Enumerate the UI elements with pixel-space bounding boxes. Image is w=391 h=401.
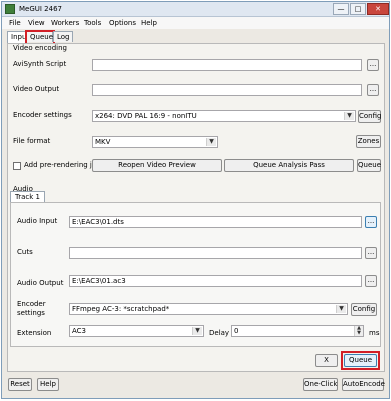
menu-file[interactable]: File (9, 19, 21, 27)
video-group-label: Video encoding (13, 44, 67, 52)
menu-options[interactable]: Options (109, 19, 136, 27)
close-button[interactable]: ✕ (367, 3, 389, 15)
app-icon (5, 4, 15, 14)
audio-track-panel: Audio Input E:\EAC3\01.dts ... Cuts ... … (10, 202, 381, 347)
audio-input-label: Audio Input (17, 217, 58, 225)
tab-track-1[interactable]: Track 1 (10, 191, 45, 202)
audio-input-field[interactable]: E:\EAC3\01.dts (69, 216, 362, 228)
autoencode-button[interactable]: AutoEncode (342, 378, 385, 391)
delay-label: Delay (209, 329, 230, 337)
tab-log[interactable]: Log (53, 31, 73, 42)
queue-analysis-button[interactable]: Queue Analysis Pass (224, 159, 354, 172)
video-encoder-dropdown[interactable]: x264: DVD PAL 16:9 - nonITU ▼ (92, 110, 356, 122)
video-config-button[interactable]: Config (358, 110, 381, 123)
file-format-dropdown[interactable]: MKV ▼ (92, 136, 218, 148)
menu-bar: File View Workers Tools Options Help (2, 17, 389, 29)
reset-button[interactable]: Reset (8, 378, 32, 391)
avisynth-browse-button[interactable]: ... (367, 59, 379, 71)
megui-window: MeGUI 2467 — □ ✕ File View Workers Tools… (1, 1, 390, 399)
cuts-browse-button[interactable]: ... (365, 247, 377, 259)
avisynth-input[interactable] (92, 59, 362, 71)
prerender-label: Add pre-rendering job (24, 161, 101, 169)
title-bar[interactable]: MeGUI 2467 — □ ✕ (2, 2, 389, 17)
delay-value: 0 (234, 327, 239, 335)
menu-workers[interactable]: Workers (51, 19, 79, 27)
audio-output-label: Audio Output (17, 279, 64, 287)
chevron-down-icon: ▼ (206, 138, 216, 146)
audio-output-browse-button[interactable]: ... (365, 275, 377, 287)
avisynth-label: AviSynth Script (13, 60, 67, 68)
audio-remove-button[interactable]: X (315, 354, 338, 367)
menu-tools[interactable]: Tools (84, 19, 101, 27)
cuts-label: Cuts (17, 248, 33, 256)
audio-output-field[interactable]: E:\EAC3\01.ac3 (69, 275, 362, 287)
video-output-label: Video Output (13, 85, 60, 93)
spinner-arrows-icon[interactable]: ▲ ▼ (354, 326, 363, 336)
extension-value: AC3 (72, 327, 87, 335)
file-format-label: File format (13, 137, 51, 145)
video-output-browse-button[interactable]: ... (367, 84, 379, 96)
audio-encoder-value: FFmpeg AC-3: *scratchpad* (72, 305, 170, 313)
video-output-input[interactable] (92, 84, 362, 96)
audio-input-browse-button[interactable]: ... (365, 216, 377, 228)
tab-input[interactable]: Input (7, 31, 29, 43)
chevron-down-icon: ▼ (192, 327, 202, 335)
prerender-checkbox[interactable] (13, 162, 21, 170)
video-queue-button[interactable]: Queue (357, 159, 381, 172)
cuts-field[interactable] (69, 247, 362, 259)
reopen-preview-button[interactable]: Reopen Video Preview (92, 159, 222, 172)
audio-encoder-dropdown[interactable]: FFmpeg AC-3: *scratchpad* ▼ (69, 303, 348, 315)
help-button[interactable]: Help (37, 378, 59, 391)
zones-button[interactable]: Zones (356, 135, 381, 148)
video-encoder-label: Encoder settings (13, 111, 72, 119)
audio-config-button[interactable]: Config (351, 303, 377, 316)
delay-unit: ms (369, 329, 380, 337)
menu-help[interactable]: Help (141, 19, 157, 27)
audio-queue-highlight (341, 351, 380, 370)
menu-view[interactable]: View (28, 19, 45, 27)
chevron-down-icon: ▼ (336, 305, 346, 313)
delay-input[interactable]: 0 ▲ ▼ (231, 325, 364, 337)
chevron-down-icon: ▼ (344, 112, 354, 120)
file-format-value: MKV (95, 138, 111, 146)
video-encoder-value: x264: DVD PAL 16:9 - nonITU (95, 112, 197, 120)
window-title: MeGUI 2467 (19, 5, 62, 13)
extension-label: Extension (17, 329, 52, 337)
one-click-button[interactable]: One-Click (303, 378, 338, 391)
maximize-button[interactable]: □ (350, 3, 366, 15)
audio-encoder-label: Encoder settings (17, 300, 46, 317)
minimize-button[interactable]: — (333, 3, 349, 15)
extension-dropdown[interactable]: AC3 ▼ (69, 325, 204, 337)
